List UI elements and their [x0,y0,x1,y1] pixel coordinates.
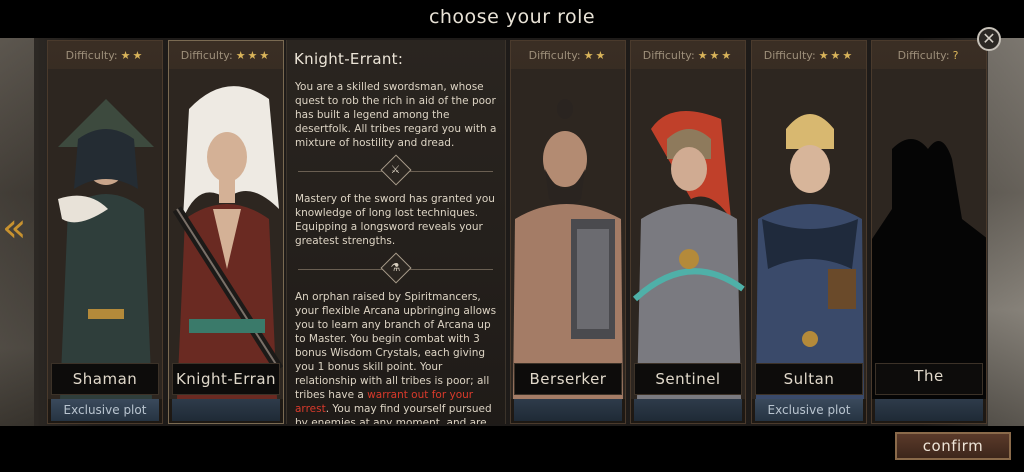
difficulty-rating: Difficulty: ★★ [528,49,608,62]
difficulty-rating: Difficulty: ★★ [65,49,145,62]
role-card-knight-errant[interactable]: Difficulty: ★★★ Knight-Erran [168,40,284,424]
close-icon[interactable]: ✕ [977,27,1001,51]
difficulty-rating: Difficulty:? [897,49,961,62]
role-card-berserker[interactable]: Difficulty: ★★ Berserker [510,40,626,424]
difficulty-rating: Difficulty: ★★★ [763,49,855,62]
section-divider: ⚗ [294,252,497,286]
sultan-portrait [752,69,866,399]
flask-icon: ⚗ [390,261,401,274]
plot-badge-empty [514,399,622,421]
role-description-intro: You are a skilled swordsman, whose quest… [295,81,497,149]
shaman-portrait [48,69,162,399]
plot-badge-empty [875,399,983,421]
page-title: choose your role [428,6,596,28]
plot-badge-empty [634,399,742,421]
role-name: The [875,363,983,395]
berserker-portrait [511,69,625,399]
role-description-panel: Knight-Errant: You are a skilled swordsm… [286,40,506,424]
role-description-skill: Mastery of the sword has granted you kno… [295,193,495,247]
plot-badge-empty [172,399,280,421]
role-card-sentinel[interactable]: Difficulty: ★★★ Sentinel [630,40,746,424]
locked-silhouette [872,69,986,399]
difficulty-rating: Difficulty: ★★★ [180,49,272,62]
previous-arrow-icon[interactable]: « [2,208,26,248]
role-name: Sultan [755,363,863,395]
role-name: Berserker [514,363,622,395]
role-description-title: Knight-Errant: [294,50,404,68]
knight-errant-portrait [169,69,283,399]
role-card-shaman[interactable]: Difficulty: ★★ Shaman Exclusive plot [47,40,163,424]
confirm-button[interactable]: confirm [895,432,1011,460]
exclusive-plot-badge: Exclusive plot [51,399,159,421]
role-name: Shaman [51,363,159,395]
sword-icon: ⚔ [390,163,401,176]
role-card-sultan[interactable]: Difficulty: ★★★ Sultan Exclusive plot [751,40,867,424]
section-divider: ⚔ [294,154,497,188]
role-name: Knight-Erran [172,363,280,395]
difficulty-rating: Difficulty: ★★★ [642,49,734,62]
sentinel-portrait [631,69,745,399]
role-card-locked[interactable]: Difficulty:? The [871,40,987,424]
role-name: Sentinel [634,363,742,395]
role-description-background: An orphan raised by Spiritmancers, your … [295,291,497,424]
exclusive-plot-badge: Exclusive plot [755,399,863,421]
